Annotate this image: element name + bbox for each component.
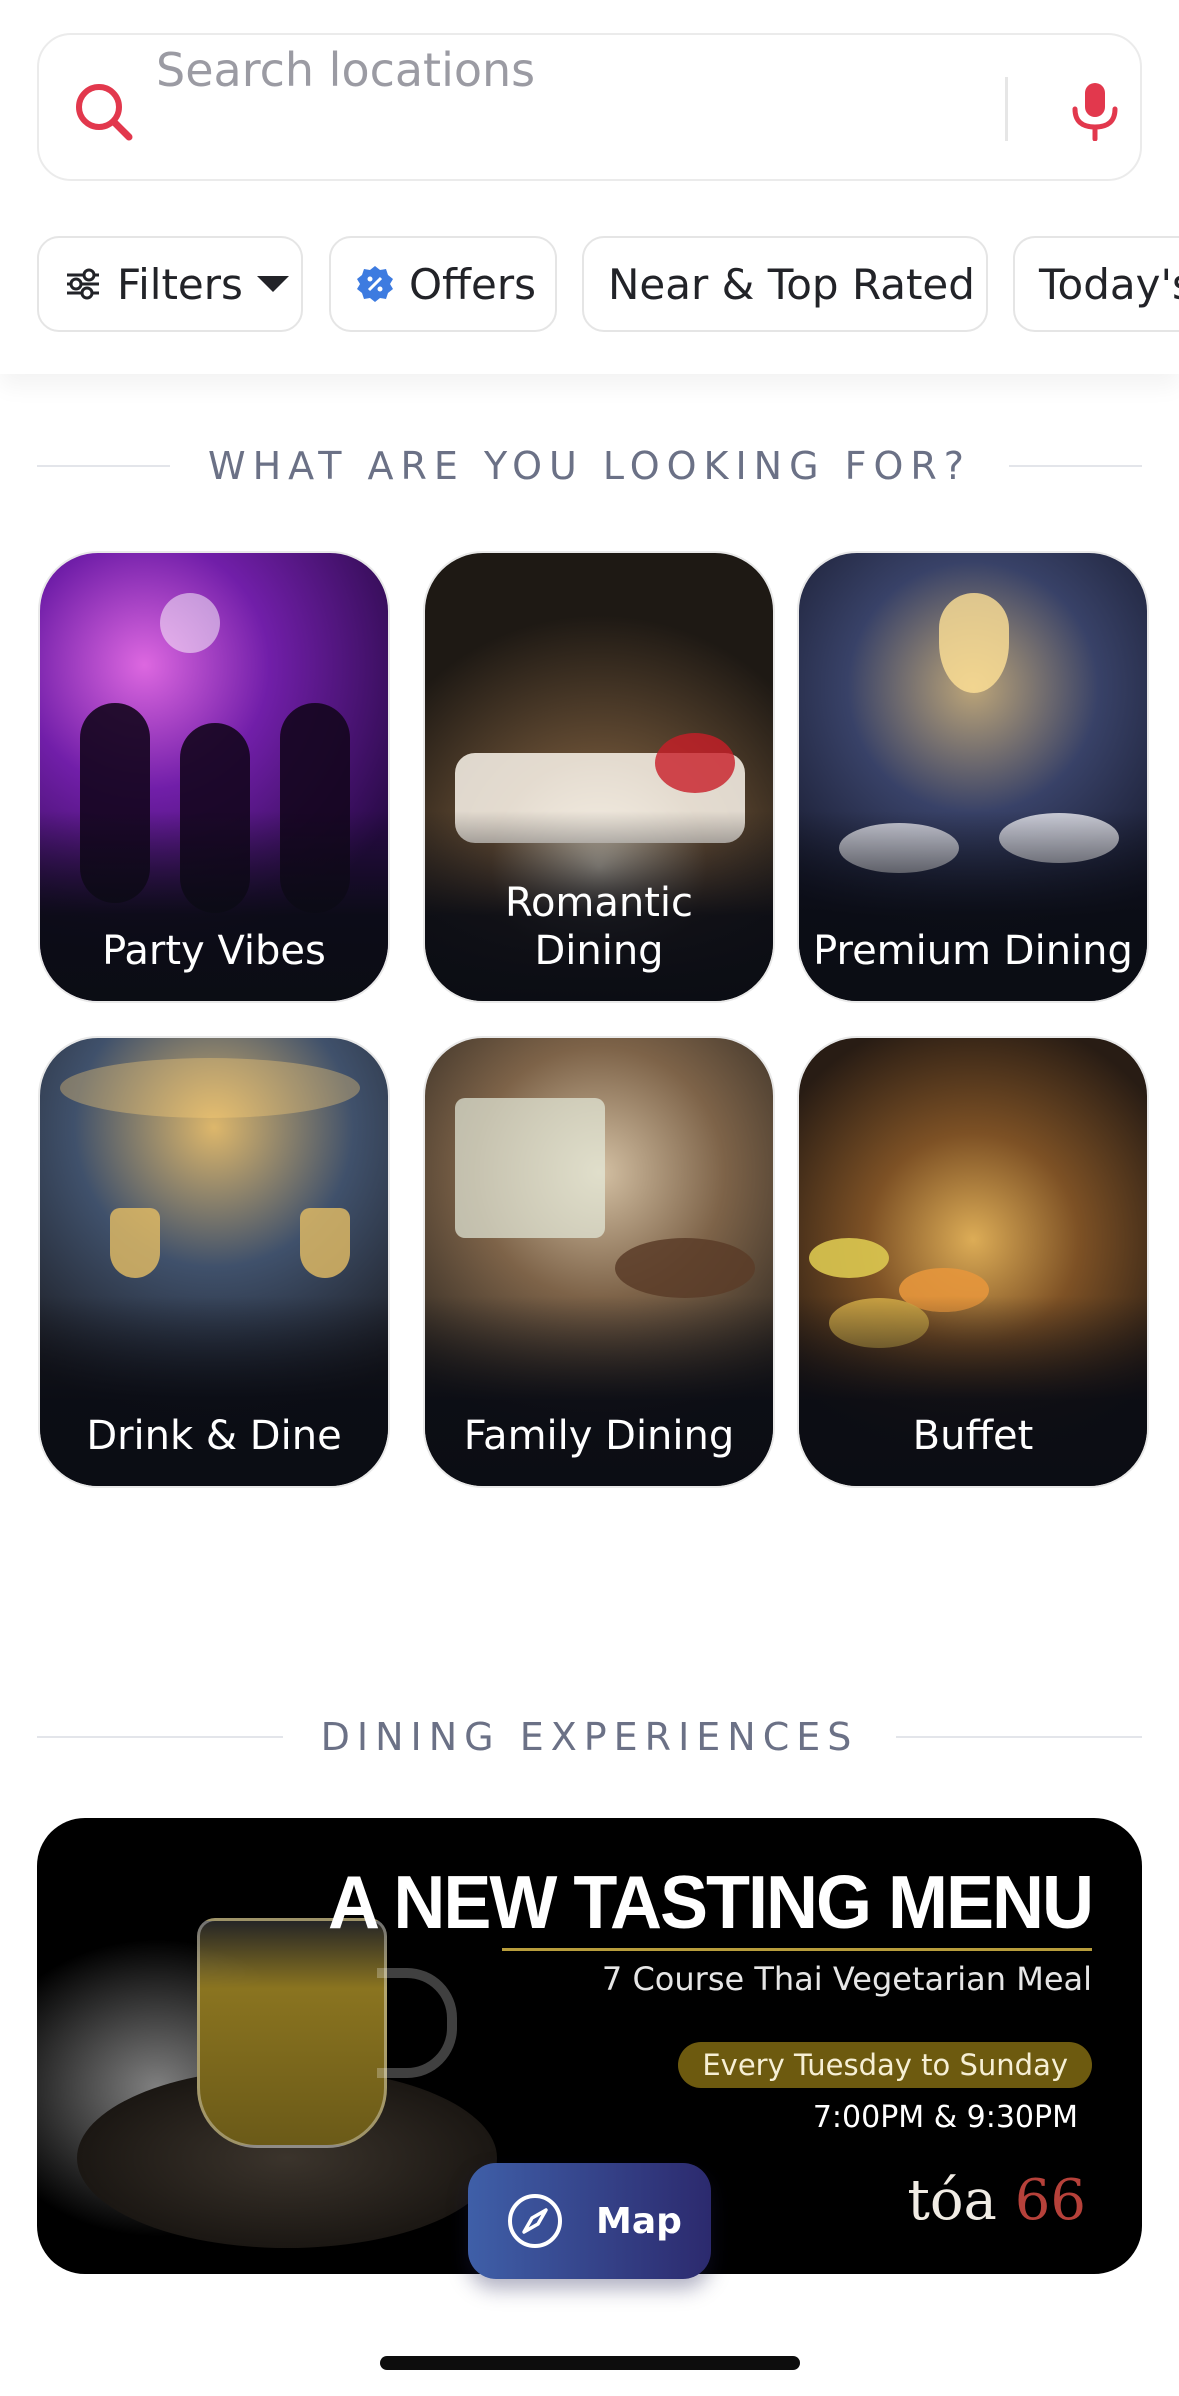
category-tile-drink-dine[interactable]: Drink & Dine bbox=[38, 1036, 390, 1488]
category-tile-premium-dining[interactable]: Premium Dining bbox=[797, 551, 1149, 1003]
table bbox=[615, 1238, 755, 1298]
tile-label: Drink & Dine bbox=[86, 1413, 342, 1459]
section-title: DINING EXPERIENCES bbox=[320, 1715, 859, 1759]
divider bbox=[37, 465, 171, 467]
flowers bbox=[655, 733, 735, 793]
compass-icon bbox=[508, 2194, 562, 2248]
brand-number: 66 bbox=[1014, 2168, 1086, 2233]
chandelier bbox=[939, 593, 1009, 693]
sliders-icon bbox=[67, 268, 99, 300]
brand-logo: tóa 66 bbox=[907, 2168, 1086, 2233]
offers-chip[interactable]: Offers bbox=[329, 236, 557, 332]
map-button[interactable]: Map bbox=[468, 2163, 711, 2279]
tile-label: Party Vibes bbox=[102, 928, 326, 974]
divider bbox=[37, 1736, 283, 1738]
search-icon bbox=[76, 84, 133, 141]
banner-headline: A NEW TASTING MENU bbox=[328, 1861, 1094, 1945]
microphone-icon[interactable] bbox=[1067, 81, 1123, 141]
section-title: WHAT ARE YOU LOOKING FOR? bbox=[208, 444, 971, 488]
tile-label: Buffet bbox=[912, 1413, 1034, 1459]
schedule-pill: Every Tuesday to Sunday bbox=[678, 2042, 1092, 2088]
search-input[interactable]: Search locations bbox=[156, 43, 535, 97]
category-tile-romantic-dining[interactable]: Romantic Dining bbox=[423, 551, 775, 1003]
wine-glass bbox=[300, 1208, 350, 1278]
tile-label: Family Dining bbox=[463, 1413, 735, 1459]
offers-label: Offers bbox=[409, 259, 536, 309]
filters-chip[interactable]: Filters bbox=[37, 236, 303, 332]
brand-name: tóa bbox=[907, 2168, 997, 2233]
banner-times: 7:00PM & 9:30PM bbox=[812, 2100, 1078, 2135]
todays-chip[interactable]: Today's bbox=[1013, 236, 1179, 332]
app-screen: Search locations Filters Offers Near & T… bbox=[0, 0, 1179, 2396]
search-bar[interactable]: Search locations bbox=[37, 33, 1142, 181]
dining-experiences-heading: DINING EXPERIENCES bbox=[37, 1707, 1143, 1767]
home-indicator[interactable] bbox=[380, 2356, 800, 2370]
string-lights bbox=[60, 1058, 360, 1118]
banner-subtitle: 7 Course Thai Vegetarian Meal bbox=[601, 1960, 1092, 1998]
wine-glass bbox=[110, 1208, 160, 1278]
category-tile-buffet[interactable]: Buffet bbox=[797, 1036, 1149, 1488]
divider bbox=[502, 1948, 1092, 1951]
map-button-label: Map bbox=[596, 2200, 682, 2242]
window bbox=[455, 1098, 605, 1238]
header: Search locations Filters Offers Near & T… bbox=[0, 0, 1179, 374]
offer-badge-icon bbox=[357, 266, 393, 302]
cup-handle bbox=[377, 1968, 457, 2078]
tea-cup bbox=[197, 1918, 387, 2148]
chevron-down-icon bbox=[256, 276, 289, 292]
light-flare bbox=[160, 593, 220, 653]
divider bbox=[896, 1736, 1143, 1738]
looking-for-heading: WHAT ARE YOU LOOKING FOR? bbox=[37, 436, 1142, 496]
divider bbox=[1008, 465, 1142, 467]
category-tile-party-vibes[interactable]: Party Vibes bbox=[38, 551, 390, 1003]
tile-label: Romantic Dining bbox=[504, 880, 694, 974]
filter-chips: Filters Offers Near & Top Rated Today's bbox=[37, 236, 1179, 332]
near-top-rated-chip[interactable]: Near & Top Rated bbox=[582, 236, 988, 332]
todays-label: Today's bbox=[1039, 259, 1179, 309]
food-tray bbox=[809, 1238, 889, 1278]
divider bbox=[1005, 77, 1008, 141]
schedule-text: Every Tuesday to Sunday bbox=[702, 2048, 1068, 2082]
category-tile-family-dining[interactable]: Family Dining bbox=[423, 1036, 775, 1488]
filters-label: Filters bbox=[117, 259, 243, 309]
near-top-rated-label: Near & Top Rated bbox=[608, 259, 975, 309]
tile-label: Premium Dining bbox=[813, 928, 1133, 974]
